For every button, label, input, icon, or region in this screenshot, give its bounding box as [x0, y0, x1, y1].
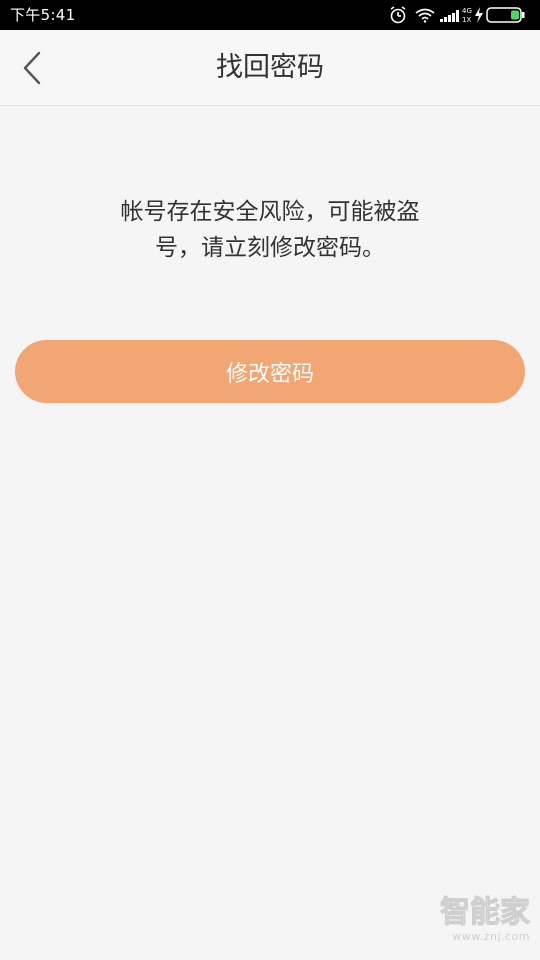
watermark-url: www.znj.com: [452, 930, 530, 943]
charging-icon: [475, 7, 483, 23]
status-icons: 4G 1X: [388, 5, 532, 25]
change-password-button[interactable]: 修改密码: [15, 340, 525, 403]
status-time: 下午5:41: [10, 6, 76, 24]
page-title: 找回密码: [216, 52, 324, 83]
battery-icon: [486, 7, 525, 23]
nav-bar: 找回密码: [0, 30, 540, 106]
main-content: 帐号存在安全风险，可能被盗 号，请立刻修改密码。 修改密码: [0, 106, 540, 960]
security-warning: 帐号存在安全风险，可能被盗 号，请立刻修改密码。: [90, 194, 450, 266]
alarm-icon: [390, 6, 406, 24]
warning-line-1: 帐号存在安全风险，可能被盗: [120, 199, 420, 225]
watermark-brand: 智能家: [440, 895, 531, 930]
signal-icon: [440, 10, 459, 22]
warning-line-2: 号，请立刻修改密码。: [155, 235, 385, 261]
network-type-1x: 1X: [462, 16, 471, 24]
network-type-4g: 4G: [462, 7, 472, 15]
wifi-icon: [415, 8, 435, 23]
watermark: 智能家 www.znj.com: [420, 895, 531, 952]
status-bar: 下午5:41 4G 1X: [0, 0, 540, 30]
